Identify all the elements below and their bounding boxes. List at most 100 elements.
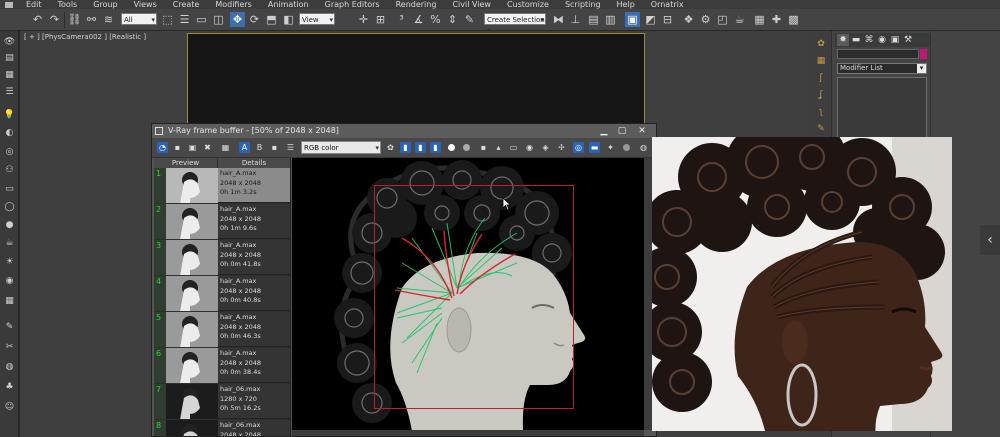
menu-modifiers[interactable]: Modifiers	[207, 0, 260, 9]
interactive-render-icon[interactable]: ✦	[605, 142, 616, 153]
menu-graph-editors[interactable]: Graph Editors	[317, 0, 388, 9]
history-item[interactable]: 6 hair_A.max 2048 x 2048 0h 0m 38.4s	[154, 348, 290, 383]
window-crossing-icon[interactable]: ◫	[211, 12, 226, 27]
angle-snap-icon[interactable]: ∡	[411, 12, 426, 27]
display-tab-icon[interactable]: ▣	[889, 34, 901, 46]
globe-icon[interactable]: ◍	[3, 361, 16, 373]
collapse-panel-icon[interactable]: ‹	[980, 225, 1000, 255]
percent-snap-icon[interactable]: %	[428, 12, 443, 27]
unlink-icon[interactable]: ⚯	[84, 12, 99, 27]
ab-a-icon[interactable]: A	[239, 142, 250, 153]
minimize-icon[interactable]: ▁	[597, 125, 611, 136]
link-icon[interactable]: ⛓	[67, 12, 82, 27]
tree-icon[interactable]: ♣	[3, 381, 16, 393]
ab-b-icon[interactable]: B	[254, 142, 265, 153]
menu-views[interactable]: Views	[126, 0, 165, 9]
teapot-render-icon[interactable]	[621, 142, 632, 153]
compare-icon[interactable]: ▦	[220, 142, 231, 153]
close-icon[interactable]: ✕	[635, 125, 649, 136]
select-and-move-icon[interactable]: ✥	[230, 12, 245, 27]
select-place-icon[interactable]: ◧	[281, 12, 296, 27]
rgb-toggle-icon[interactable]: ✿	[385, 142, 396, 153]
object-color-swatch[interactable]	[920, 49, 927, 59]
scene-explorer-icon[interactable]: ▤	[3, 52, 16, 64]
eye-icon[interactable]: 👁	[3, 36, 16, 48]
undo-icon[interactable]: ↶	[30, 12, 45, 27]
copy-icon[interactable]: ▭	[508, 142, 519, 153]
hair-tool-icon[interactable]: ✿	[815, 38, 827, 50]
channel-dropdown[interactable]: RGB color	[301, 141, 381, 155]
blue-channel-icon[interactable]: ▮	[430, 142, 441, 153]
select-object-icon[interactable]: ⬚	[160, 12, 175, 27]
hair-curl-icon[interactable]: ʃ	[815, 72, 827, 84]
render-setup-icon[interactable]: ⚙	[698, 12, 713, 27]
bind-space-warp-icon[interactable]: ≋	[101, 12, 116, 27]
hierarchy-tab-icon[interactable]: ⌘	[863, 34, 875, 46]
toggle-layer-explorer-icon[interactable]: ▥	[603, 12, 618, 27]
render-icon[interactable]: ◎	[573, 142, 584, 153]
hair-brush-icon[interactable]: ▦	[815, 55, 827, 67]
stop-render-icon[interactable]: ◉	[524, 142, 535, 153]
modifier-list-dropdown[interactable]: Modifier List	[837, 63, 927, 74]
camera-icon[interactable]: ◐	[3, 127, 16, 139]
bulb-icon[interactable]: ◉	[3, 275, 16, 287]
bone-icon[interactable]: ⚇	[3, 164, 16, 176]
pivot-center-icon[interactable]: ✛	[356, 12, 371, 27]
hair-clump-icon[interactable]: ʆ	[815, 89, 827, 101]
save-file-icon[interactable]: ▪	[478, 142, 489, 153]
load-icon[interactable]: ▴	[493, 142, 504, 153]
object-name-field[interactable]	[837, 49, 919, 59]
remove-icon[interactable]: ✖	[202, 142, 213, 153]
history-item[interactable]: 8 hair_06.max 2048 x 2048	[154, 420, 290, 436]
toggle-scene-explorer-icon[interactable]: ▤	[586, 12, 601, 27]
green-channel-icon[interactable]: ▮	[415, 142, 426, 153]
render-canvas[interactable]	[292, 158, 644, 430]
reference-coordinate-dropdown[interactable]: View	[299, 13, 335, 26]
snaps-toggle-icon[interactable]: ³	[394, 12, 409, 27]
layer-icon[interactable]: ▦	[3, 69, 16, 81]
hair-strand-icon[interactable]: ✎	[815, 123, 827, 135]
region-render-icon[interactable]: ✢	[556, 142, 567, 153]
toggle-ribbon-icon[interactable]: ▣	[625, 12, 640, 27]
sphere-icon[interactable]: ●	[3, 219, 16, 231]
rect-selection-icon[interactable]: ▭	[194, 12, 209, 27]
menu-animation[interactable]: Animation	[260, 0, 317, 9]
schematic-view-icon[interactable]: ⊟	[660, 12, 675, 27]
grid-icon[interactable]: ▦	[3, 295, 16, 307]
vray-frame-buffer-icon[interactable]: ▦	[752, 12, 767, 27]
track-mouse-icon[interactable]: ◈	[540, 142, 551, 153]
rendered-frame-window-icon[interactable]: ◰	[715, 12, 730, 27]
mirror-icon[interactable]: ⧓	[551, 12, 566, 27]
menu-ornatrix[interactable]: Ornatrix	[643, 0, 692, 9]
history-toggle-icon[interactable]: ◔	[157, 142, 168, 153]
geometry-box-icon[interactable]: ▭	[3, 183, 16, 195]
menu-tools[interactable]: Tools	[50, 0, 86, 9]
history-item[interactable]: 4 hair_A.max 2048 x 2048 0h 0m 40.8s	[154, 276, 290, 311]
color-correction-icon[interactable]: ▪	[269, 142, 280, 153]
sun-icon[interactable]: ☀	[3, 256, 16, 268]
named-selection-sets-dropdown[interactable]: Create Selection Se	[484, 13, 546, 36]
motion-tab-icon[interactable]: ◉	[876, 34, 888, 46]
vray-light-icon[interactable]: ▩	[786, 12, 801, 27]
menu-customize[interactable]: Customize	[499, 0, 557, 9]
save-image-icon[interactable]: ▪	[172, 142, 183, 153]
selection-filter-dropdown[interactable]: All	[121, 13, 157, 26]
history-item[interactable]: 1 hair_A.max 2048 x 2048 0h 1m 3.2s	[154, 168, 290, 203]
pin-icon[interactable]: ✎	[3, 321, 16, 333]
utilities-tab-icon[interactable]: ⚒	[902, 34, 914, 46]
menu-help[interactable]: Help	[609, 0, 643, 9]
select-and-rotate-icon[interactable]: ⟳	[247, 12, 262, 27]
history-item[interactable]: 7 hair_06.max 1280 x 720 0h 5m 16.2s	[154, 384, 290, 419]
spinner-snap-icon[interactable]: ⇕	[445, 12, 460, 27]
history-item[interactable]: 3 hair_A.max 2048 x 2048 0h 0m 41.8s	[154, 240, 290, 275]
menu-rendering[interactable]: Rendering	[388, 0, 445, 9]
select-by-name-icon[interactable]: ☰	[177, 12, 192, 27]
denoiser-icon[interactable]: ◍	[638, 142, 649, 153]
horizontal-scrollbar[interactable]	[292, 430, 644, 436]
person-icon[interactable]: ☺	[3, 401, 16, 413]
keyboard-shortcut-icon[interactable]: ⊞	[373, 12, 388, 27]
render-region-rectangle[interactable]	[374, 185, 574, 409]
vfb-title-bar[interactable]: V-Ray frame buffer - [50% of 2048 x 2048…	[152, 124, 656, 138]
vray-material-icon[interactable]: ✚	[769, 12, 784, 27]
shape-icon[interactable]: ◯	[3, 201, 16, 213]
